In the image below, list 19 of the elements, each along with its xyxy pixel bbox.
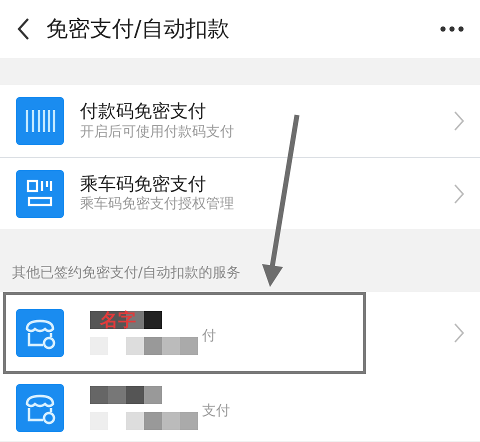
item-subtitle: 开启后可使用付款码支付 — [80, 122, 235, 141]
store-icon — [16, 309, 64, 357]
item-subtitle: 支付 — [202, 402, 230, 420]
item-title: 付款码免密支付 — [80, 101, 207, 123]
back-icon[interactable] — [16, 17, 30, 41]
item-subtitle: 乘车码免密支付授权管理 — [80, 195, 235, 214]
pixelated-redaction — [90, 386, 162, 404]
annotation-label: 名字 — [100, 309, 136, 333]
item-title: 乘车码免密支付 — [80, 174, 207, 196]
bus-card-icon — [16, 170, 64, 218]
chevron-icon — [454, 184, 464, 204]
chevron-icon — [454, 111, 464, 131]
page-title: 免密支付/自动扣款 — [46, 16, 230, 44]
store-icon — [16, 384, 64, 432]
section-label: 其他已签约免密支付/自动扣款的服务 — [12, 264, 241, 283]
item-subtitle: 付 — [202, 327, 216, 346]
more-icon[interactable] — [440, 26, 464, 32]
barcode-icon — [16, 97, 64, 145]
pixelated-redaction — [90, 311, 162, 329]
